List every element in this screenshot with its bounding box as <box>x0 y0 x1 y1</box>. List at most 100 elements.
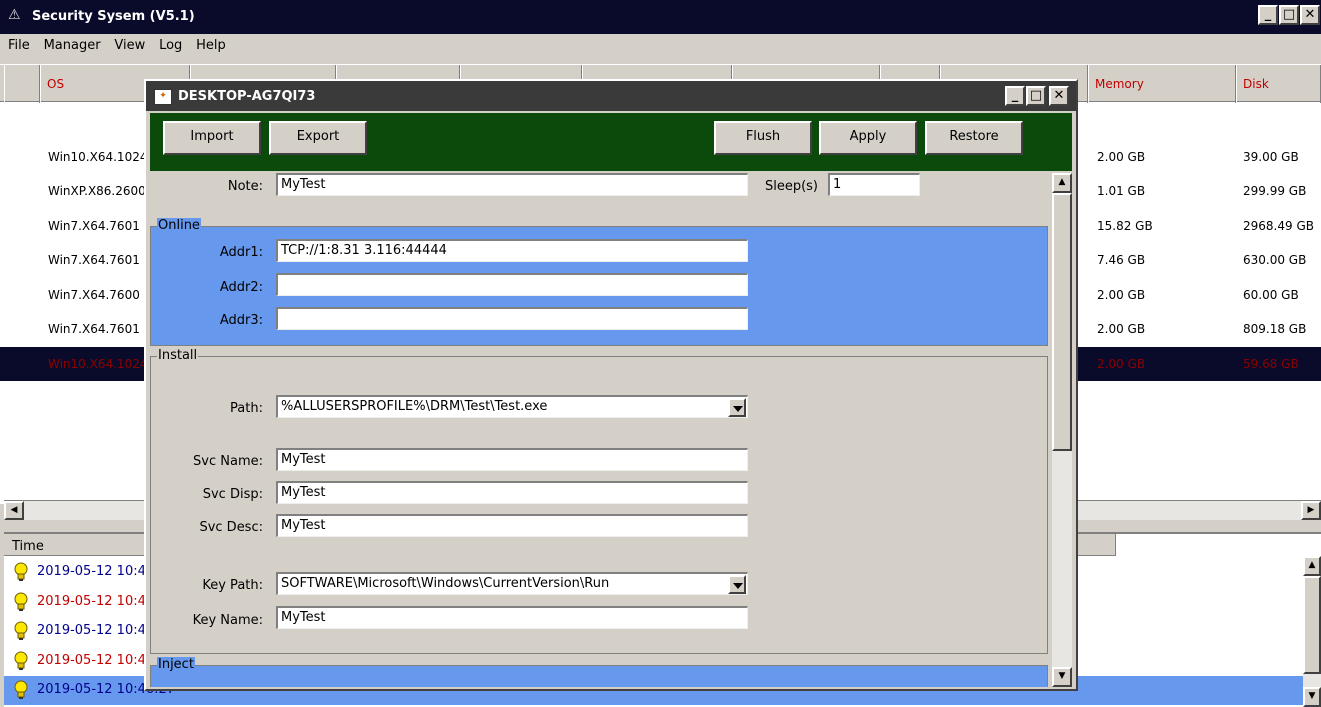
menu-help[interactable]: Help <box>196 38 226 53</box>
menu-log[interactable]: Log <box>159 38 182 53</box>
note-input[interactable]: MyTest <box>276 173 748 196</box>
restore-button[interactable]: Restore <box>925 121 1023 155</box>
svc-name-label: Svc Name: <box>193 454 263 469</box>
log-scroll-up-button[interactable]: ▲ <box>1303 556 1321 576</box>
minimize-button[interactable]: _ <box>1258 5 1278 25</box>
cell-memory: 15.82 GB <box>1097 219 1153 233</box>
log-header-time[interactable]: Time <box>12 539 44 554</box>
sleep-label: Sleep(s) <box>764 179 818 194</box>
scroll-right-button[interactable]: ▶ <box>1301 501 1321 520</box>
lightbulb-icon <box>14 621 28 641</box>
column-header-blank[interactable] <box>4 65 40 103</box>
addr2-input[interactable] <box>276 273 748 296</box>
svc-desc-input[interactable]: MyTest <box>276 514 748 537</box>
path-select-value: %ALLUSERSPROFILE%\DRM\Test\Test.exe <box>281 399 548 414</box>
cell-os: Win10.X64.1024 <box>48 357 148 371</box>
cell-disk: 60.00 GB <box>1243 288 1299 302</box>
log-time: 2019-05-12 10:46 <box>37 593 155 609</box>
key-path-select-value: SOFTWARE\Microsoft\Windows\CurrentVersio… <box>281 576 610 591</box>
key-name-input[interactable]: MyTest <box>276 606 748 629</box>
cell-os: Win7.X64.7601 <box>48 219 140 233</box>
column-header-disk[interactable]: Disk <box>1236 65 1321 103</box>
addr3-input[interactable] <box>276 307 748 330</box>
log-scroll-down-button[interactable]: ▼ <box>1303 687 1321 707</box>
export-button[interactable]: Export <box>269 121 367 155</box>
key-path-dropdown-button[interactable] <box>728 575 746 594</box>
log-time: 2019-05-12 10:46 <box>37 652 155 668</box>
dialog-content: Note: MyTest Sleep(s) 1 Online Addr1: TC… <box>150 173 1052 687</box>
cell-memory: 2.00 GB <box>1097 150 1146 164</box>
log-vertical-scrollbar[interactable]: ▲ ▼ <box>1303 556 1321 707</box>
svc-desc-label: Svc Desc: <box>199 520 263 535</box>
app-icon: ⚠ <box>8 7 21 23</box>
path-select[interactable]: %ALLUSERSPROFILE%\DRM\Test\Test.exe <box>276 395 748 418</box>
dialog-scroll-thumb[interactable] <box>1052 193 1072 451</box>
cell-os: Win7.X64.7600 <box>48 288 140 302</box>
path-label: Path: <box>230 401 263 416</box>
dialog-toolbar: Import Export Flush Apply Restore <box>150 113 1072 171</box>
dialog-maximize-button[interactable]: □ <box>1026 86 1046 106</box>
cell-os: WinXP.X86.2600 <box>48 184 146 198</box>
sleep-input[interactable]: 1 <box>828 173 920 196</box>
dialog-scroll-down-button[interactable]: ▼ <box>1052 667 1072 687</box>
maximize-button[interactable]: □ <box>1279 5 1299 25</box>
dialog-close-button[interactable]: ✕ <box>1049 86 1069 106</box>
install-group: Install Path: %ALLUSERSPROFILE%\DRM\Test… <box>150 348 1048 654</box>
svc-disp-input[interactable]: MyTest <box>276 481 748 504</box>
key-path-select[interactable]: SOFTWARE\Microsoft\Windows\CurrentVersio… <box>276 572 748 595</box>
note-label: Note: <box>227 179 263 194</box>
key-path-label: Key Path: <box>202 578 263 593</box>
menu-view[interactable]: View <box>114 38 145 53</box>
dialog-minimize-button[interactable]: _ <box>1005 86 1025 106</box>
cell-disk: 2968.49 GB <box>1243 219 1314 233</box>
online-group-title: Online <box>157 218 201 233</box>
client-config-dialog: ✦ DESKTOP-AG7QI73 _ □ ✕ Import Export Fl… <box>144 79 1078 691</box>
svc-name-input[interactable]: MyTest <box>276 448 748 471</box>
cell-memory: 1.01 GB <box>1097 184 1146 198</box>
addr1-input[interactable]: TCP://1:8.31 3.116:44444 <box>276 239 748 262</box>
cell-disk: 59.68 GB <box>1243 357 1299 371</box>
column-header-memory[interactable]: Memory <box>1088 65 1236 103</box>
dialog-vertical-scrollbar[interactable]: ▲ ▼ <box>1052 173 1072 687</box>
dialog-scroll-up-button[interactable]: ▲ <box>1052 173 1072 193</box>
lightbulb-icon <box>14 651 28 671</box>
cell-disk: 809.18 GB <box>1243 322 1307 336</box>
cell-disk: 299.99 GB <box>1243 184 1307 198</box>
import-button[interactable]: Import <box>163 121 261 155</box>
addr1-label: Addr1: <box>219 245 263 260</box>
path-dropdown-button[interactable] <box>728 398 746 417</box>
app-title: Security Sysem (V5.1) <box>32 9 195 24</box>
dialog-title: DESKTOP-AG7QI73 <box>178 89 316 104</box>
dialog-icon: ✦ <box>154 89 172 105</box>
cell-memory: 7.46 GB <box>1097 253 1146 267</box>
addr2-label: Addr2: <box>219 280 263 295</box>
scroll-left-button[interactable]: ◀ <box>4 501 24 520</box>
cell-disk: 39.00 GB <box>1243 150 1299 164</box>
dialog-titlebar: ✦ DESKTOP-AG7QI73 _ □ ✕ <box>146 81 1076 111</box>
inject-group: Inject <box>150 657 1048 687</box>
cell-os: Win7.X64.7601 <box>48 322 140 336</box>
install-group-title: Install <box>157 348 199 363</box>
online-group: Online Addr1: TCP://1:8.31 3.116:44444 A… <box>150 218 1048 346</box>
inject-group-title: Inject <box>157 657 195 672</box>
close-button[interactable]: ✕ <box>1300 5 1320 25</box>
menu-bar: File Manager View Log Help <box>8 38 236 58</box>
cell-memory: 2.00 GB <box>1097 322 1146 336</box>
main-titlebar: ⚠ Security Sysem (V5.1) _ □ ✕ <box>0 0 1321 34</box>
menu-file[interactable]: File <box>8 38 30 53</box>
log-time: 2019-05-12 10:46 <box>37 623 155 638</box>
menu-manager[interactable]: Manager <box>44 38 101 53</box>
lightbulb-icon <box>14 562 28 582</box>
flush-button[interactable]: Flush <box>714 121 812 155</box>
cell-memory: 2.00 GB <box>1097 357 1146 371</box>
svc-disp-label: Svc Disp: <box>202 487 263 502</box>
cell-disk: 630.00 GB <box>1243 253 1307 267</box>
log-scroll-thumb[interactable] <box>1303 576 1321 674</box>
cell-os: Win10.X64.1024 <box>48 150 148 164</box>
cell-os: Win7.X64.7601 <box>48 253 140 267</box>
addr3-label: Addr3: <box>219 313 263 328</box>
lightbulb-icon <box>14 592 28 612</box>
cell-memory: 2.00 GB <box>1097 288 1146 302</box>
log-time: 2019-05-12 10:44 <box>37 564 155 579</box>
apply-button[interactable]: Apply <box>819 121 917 155</box>
